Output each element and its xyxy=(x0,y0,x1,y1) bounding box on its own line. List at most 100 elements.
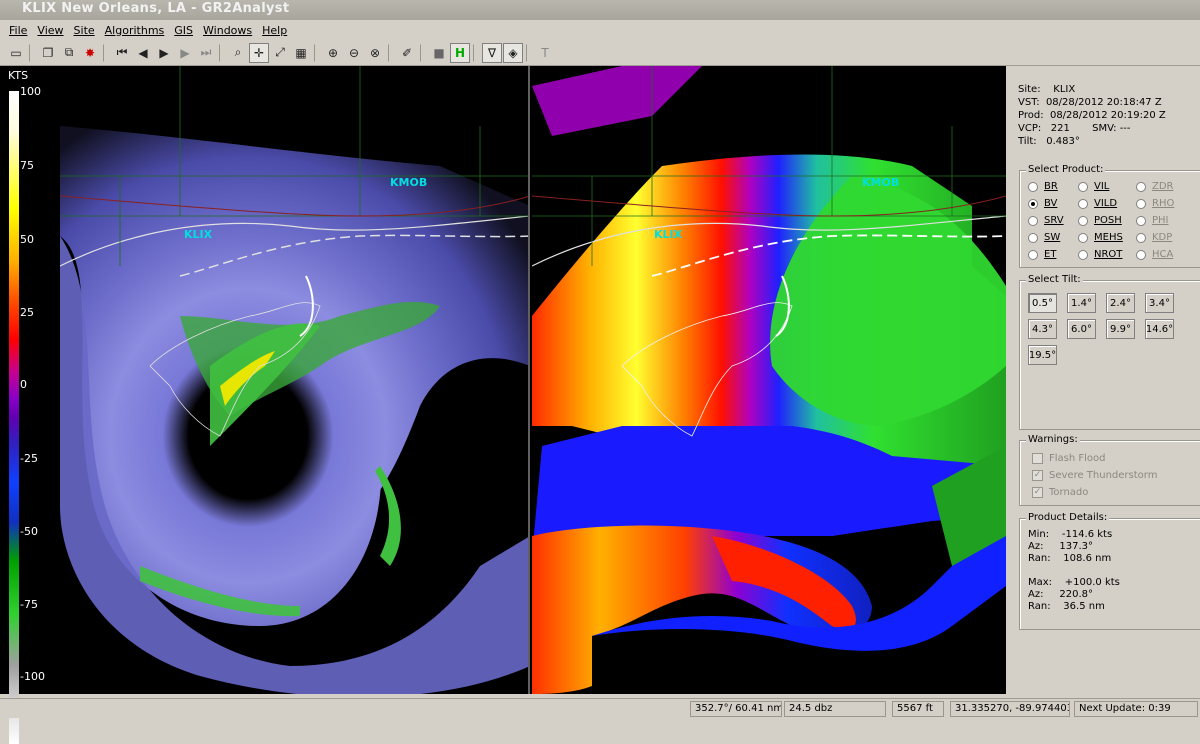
reflectivity-image xyxy=(60,66,528,694)
checkbox: ✓ xyxy=(1032,470,1043,481)
probe-icon[interactable]: ✐ xyxy=(397,43,417,63)
radio-dot xyxy=(1136,215,1146,226)
radio-dot xyxy=(1078,232,1088,243)
detail-min: Min: -114.6 kts xyxy=(1028,529,1113,540)
radio-bv[interactable]: BV xyxy=(1028,198,1057,209)
menu-windows[interactable]: Windows xyxy=(198,24,257,37)
tilt-button-2-4[interactable]: 2.4° xyxy=(1106,293,1135,313)
menu-algorithms[interactable]: Algorithms xyxy=(100,24,170,37)
radio-rho[interactable]: RHO xyxy=(1136,198,1174,209)
tilt-button-6-0[interactable]: 6.0° xyxy=(1067,319,1096,339)
radio-br[interactable]: BR xyxy=(1028,181,1058,192)
open-icon[interactable]: ▭ xyxy=(6,43,26,63)
tilt-button-1-4[interactable]: 1.4° xyxy=(1067,293,1096,313)
color-scale-tick: -75 xyxy=(20,598,38,611)
radio-srv[interactable]: SRV xyxy=(1028,215,1064,226)
info-tilt: Tilt: 0.483° xyxy=(1018,136,1080,147)
toolbar-separator xyxy=(29,43,35,62)
tilt-button-3-4[interactable]: 3.4° xyxy=(1145,293,1174,313)
radar-display[interactable]: KLIX KMOB KLIX KMOB xyxy=(60,66,1006,694)
warnings-group: Warnings: Flash Flood ✓ Severe Thundersto… xyxy=(1019,434,1200,506)
copy-icon[interactable]: ❐ xyxy=(38,43,58,63)
measure-icon[interactable]: ⤢ xyxy=(270,43,290,63)
velocity-image xyxy=(532,66,1006,694)
toolbar: ▭ ❐ ⧉ ✸ ⏮ ◀ ▶ ▶ ⏭ ⌕ ✛ ⤢ ▦ ⊕ ⊖ ⊗ ✐ ■ H ∇ … xyxy=(0,40,1200,66)
window-title: KLIX New Orleans, LA - GR2Analyst xyxy=(22,1,290,16)
color-scale-tick: 25 xyxy=(20,306,34,319)
site-label-kmob: KMOB xyxy=(862,176,900,189)
radio-dot xyxy=(1136,198,1146,209)
zoom-icon[interactable]: ⌕ xyxy=(228,43,248,63)
zoom-in-icon[interactable]: ⊕ xyxy=(323,43,343,63)
toolbar-separator xyxy=(388,43,394,62)
prev-frame-icon[interactable]: ◀ xyxy=(133,43,153,63)
copy2-icon[interactable]: ⧉ xyxy=(59,43,79,63)
radio-hca[interactable]: HCA xyxy=(1136,249,1173,260)
tilt-button-14-6[interactable]: 14.6° xyxy=(1145,319,1174,339)
zoom-reset-icon[interactable]: ⊗ xyxy=(365,43,385,63)
radio-phi[interactable]: PHI xyxy=(1136,215,1169,226)
warning-tornado[interactable]: ✓ Tornado xyxy=(1032,487,1088,498)
tilt-button-9-9[interactable]: 9.9° xyxy=(1106,319,1135,339)
diamond-icon[interactable]: ◈ xyxy=(503,42,523,63)
menu-gis[interactable]: GIS xyxy=(169,24,198,37)
warning-flash-flood[interactable]: Flash Flood xyxy=(1032,453,1106,464)
radio-vil[interactable]: VIL xyxy=(1078,181,1109,192)
radio-dot xyxy=(1028,249,1038,260)
info-vst: VST: 08/28/2012 20:18:47 Z xyxy=(1018,97,1162,108)
zoom-out-icon[interactable]: ⊖ xyxy=(344,43,364,63)
menu-view[interactable]: View xyxy=(32,24,68,37)
color-scale-tick: 0 xyxy=(20,378,27,391)
product-details-group: Product Details: Min: -114.6 kts Az: 137… xyxy=(1019,512,1200,630)
color-scale: KTS 100 75 50 25 0 -25 -50 -75 -100 xyxy=(0,66,60,744)
first-frame-icon[interactable]: ⏮ xyxy=(112,43,132,63)
tilt-button-0-5[interactable]: 0.5° xyxy=(1028,293,1057,313)
v-icon[interactable]: ∇ xyxy=(482,42,502,63)
stop-icon[interactable]: ■ xyxy=(429,43,449,63)
color-scale-tick: 50 xyxy=(20,233,34,246)
radio-vild[interactable]: VILD xyxy=(1078,198,1117,209)
menu-site[interactable]: Site xyxy=(69,24,100,37)
next-frame-icon[interactable]: ▶ xyxy=(175,43,195,63)
radio-dot xyxy=(1028,215,1038,226)
detail-ran2: Ran: 36.5 nm xyxy=(1028,601,1105,612)
site-label-klix: KLIX xyxy=(184,228,213,241)
radio-mehs[interactable]: MEHS xyxy=(1078,232,1123,243)
radio-dot xyxy=(1136,181,1146,192)
site-label-kmob: KMOB xyxy=(390,176,428,189)
grid-icon[interactable]: ▦ xyxy=(291,43,311,63)
radio-kdp[interactable]: KDP xyxy=(1136,232,1172,243)
radio-sw[interactable]: SW xyxy=(1028,232,1060,243)
radar-pane-velocity[interactable]: KLIX KMOB xyxy=(532,66,1006,694)
checkbox xyxy=(1032,453,1043,464)
detail-max: Max: +100.0 kts xyxy=(1028,577,1120,588)
bug-icon[interactable]: ✸ xyxy=(80,43,100,63)
color-scale-tick: -100 xyxy=(20,670,45,683)
radio-dot xyxy=(1028,232,1038,243)
tilt-button-19-5[interactable]: 19.5° xyxy=(1028,345,1057,365)
radio-nrot[interactable]: NROT xyxy=(1078,249,1122,260)
select-tilt-title: Select Tilt: xyxy=(1026,274,1083,285)
menu-file[interactable]: File xyxy=(4,24,32,37)
radar-pane-reflectivity[interactable]: KLIX KMOB xyxy=(60,66,530,694)
toolbar-separator xyxy=(420,43,426,62)
h-icon[interactable]: H xyxy=(450,42,470,63)
last-frame-icon[interactable]: ⏭ xyxy=(196,43,216,63)
radio-posh[interactable]: POSH xyxy=(1078,215,1122,226)
menu-help[interactable]: Help xyxy=(257,24,292,37)
detail-az1: Az: 137.3° xyxy=(1028,541,1094,552)
radio-zdr[interactable]: ZDR xyxy=(1136,181,1174,192)
radio-et[interactable]: ET xyxy=(1028,249,1056,260)
play-icon[interactable]: ▶ xyxy=(154,43,174,63)
color-scale-tick: 75 xyxy=(20,159,34,172)
pan-icon[interactable]: ✛ xyxy=(249,42,269,63)
text-icon[interactable]: T xyxy=(535,43,555,63)
status-next-update: Next Update: 0:39 xyxy=(1074,701,1198,717)
warning-severe-thunderstorm[interactable]: ✓ Severe Thunderstorm xyxy=(1032,470,1157,481)
status-coordinates: 31.335270, -89.974403 xyxy=(950,701,1070,717)
tilt-button-4-3[interactable]: 4.3° xyxy=(1028,319,1057,339)
info-panel: Site: KLIX VST: 08/28/2012 20:18:47 Z Pr… xyxy=(1008,66,1200,694)
warnings-title: Warnings: xyxy=(1026,434,1080,445)
color-scale-tick: 100 xyxy=(20,85,41,98)
toolbar-separator xyxy=(473,43,479,62)
